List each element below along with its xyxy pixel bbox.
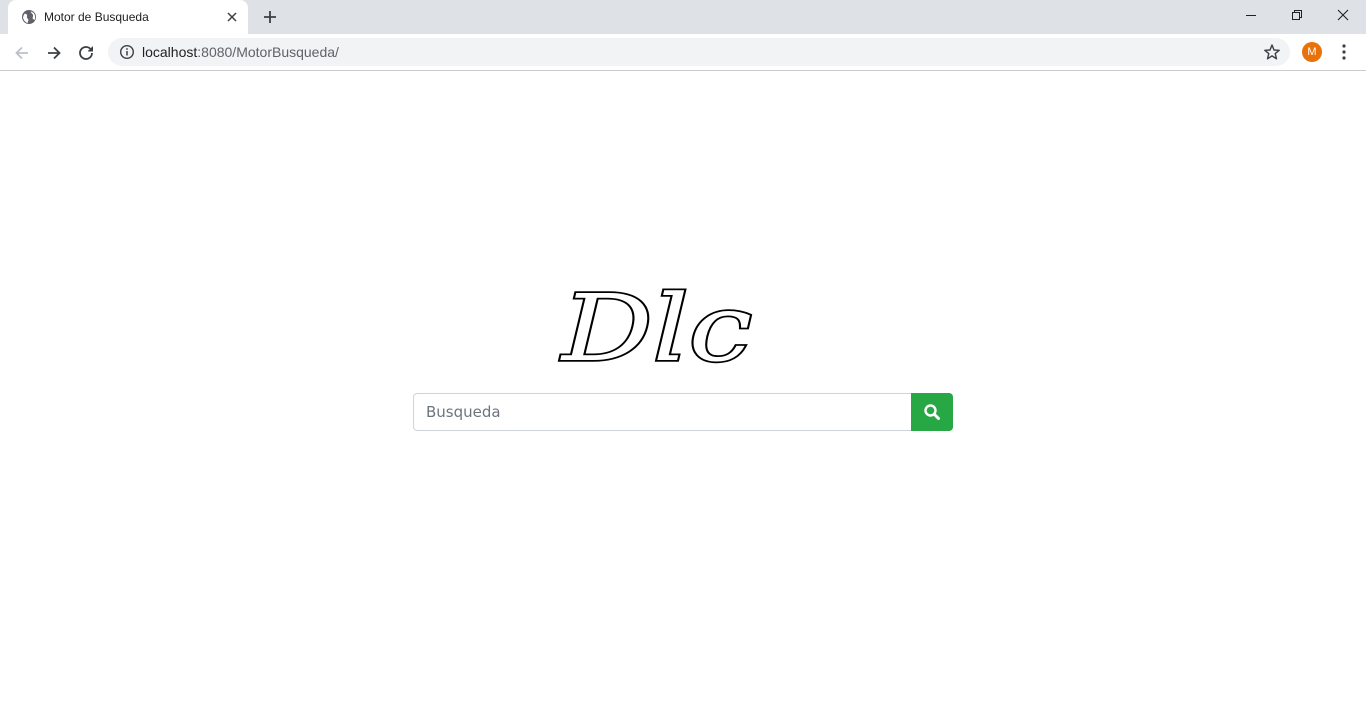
- search-input[interactable]: [413, 393, 911, 431]
- address-bar[interactable]: localhost:8080/MotorBusqueda/: [108, 38, 1290, 66]
- profile-avatar[interactable]: M: [1302, 42, 1322, 62]
- new-tab-icon[interactable]: [261, 8, 279, 26]
- logo-text: Dlc: [560, 275, 752, 370]
- tab-title: Motor de Busqueda: [44, 10, 149, 24]
- browser-tab[interactable]: Motor de Busqueda: [8, 0, 248, 34]
- star-icon[interactable]: [1263, 43, 1281, 61]
- tab-close-icon[interactable]: [224, 9, 240, 25]
- minimize-button[interactable]: [1228, 0, 1274, 30]
- url-text[interactable]: localhost:8080/MotorBusqueda/: [142, 44, 339, 60]
- restore-icon: [1292, 10, 1302, 20]
- reload-button[interactable]: [74, 41, 98, 65]
- site-logo: Dlc: [558, 273, 754, 370]
- more-vert-icon[interactable]: [1336, 42, 1352, 62]
- arrow-right-icon: [48, 46, 61, 60]
- minimize-icon: [1246, 15, 1256, 16]
- restore-button[interactable]: [1274, 0, 1320, 30]
- close-window-button[interactable]: [1320, 0, 1366, 30]
- tab-strip: Motor de Busqueda: [0, 0, 1366, 34]
- search-button[interactable]: [911, 393, 953, 431]
- reload-icon: [79, 46, 93, 60]
- url-path: :8080/MotorBusqueda/: [197, 44, 339, 60]
- search-icon: [924, 404, 940, 420]
- info-icon[interactable]: [119, 44, 135, 60]
- search-form: [413, 393, 953, 431]
- globe-icon: [22, 10, 36, 24]
- url-host: localhost: [142, 44, 198, 60]
- forward-button[interactable]: [42, 41, 66, 65]
- browser-toolbar: localhost:8080/MotorBusqueda/ M: [0, 34, 1366, 71]
- arrow-left-icon: [15, 46, 28, 60]
- close-icon: [1337, 9, 1349, 21]
- back-button[interactable]: [10, 41, 34, 65]
